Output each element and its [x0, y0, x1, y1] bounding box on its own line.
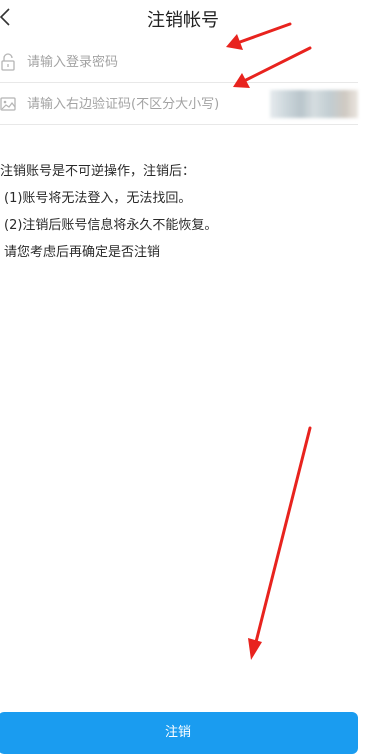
notice-line: 注销账号是不可逆操作，注销后：	[0, 164, 196, 179]
page-title: 注销帐号	[147, 10, 219, 31]
password-row	[0, 42, 358, 83]
captcha-input[interactable]	[27, 92, 267, 116]
top-bar: 注销帐号	[0, 0, 366, 36]
notice-line: (2)注销后账号信息将永久不能恢复。	[4, 218, 218, 233]
notice-line: (1)账号将无法登入，无法找回。	[4, 191, 192, 206]
image-icon	[0, 97, 16, 111]
red-arrow-icon	[248, 426, 312, 660]
paw-logo-icon	[308, 736, 322, 748]
captcha-image[interactable]	[270, 90, 358, 118]
notice-line: 请您考虑后再确定是否注销	[4, 245, 161, 260]
lock-icon	[1, 53, 15, 71]
captcha-row	[0, 84, 358, 125]
password-input[interactable]	[27, 50, 267, 74]
warning-notice: 注销账号是不可逆操作，注销后： (1)账号将无法登入，无法找回。 (2)注销后账…	[0, 158, 217, 266]
